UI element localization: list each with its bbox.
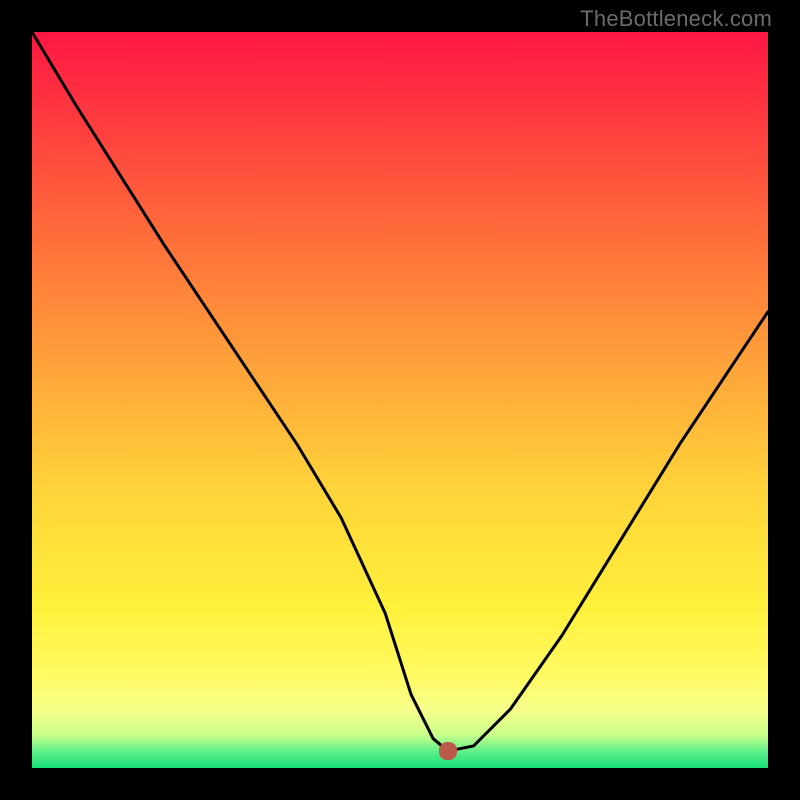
watermark-label: TheBottleneck.com (580, 6, 772, 32)
chart-frame: TheBottleneck.com (0, 0, 800, 800)
minimum-marker (439, 742, 457, 760)
plot-area (32, 32, 768, 768)
bottleneck-curve (32, 32, 768, 768)
